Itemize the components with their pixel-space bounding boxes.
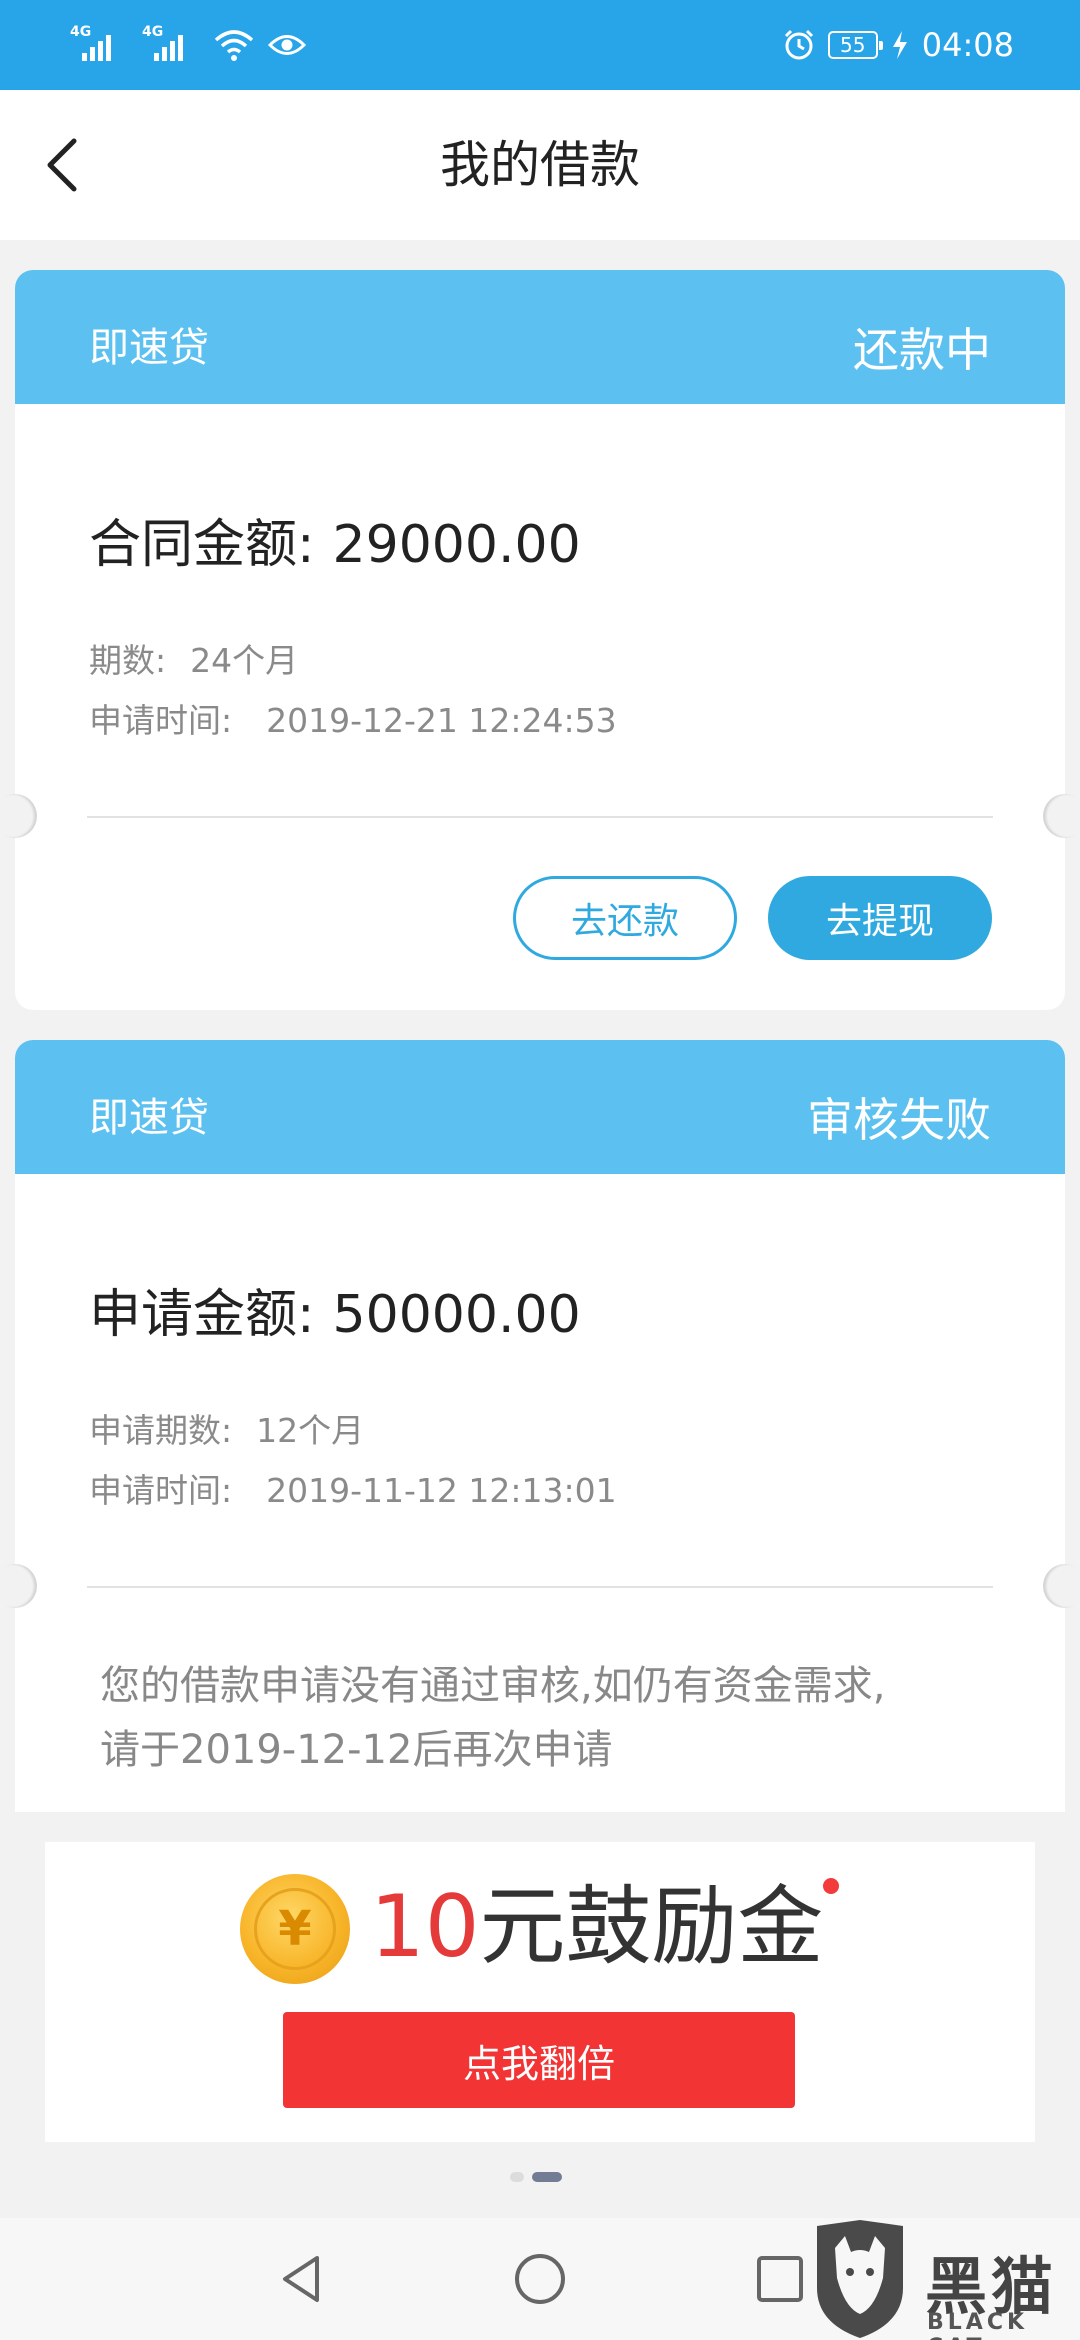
status-bar: 4G 4G 55 04:08 <box>0 0 1080 90</box>
loan-product-name: 即速贷 <box>89 325 209 371</box>
loan-product-name: 即速贷 <box>89 1095 209 1141</box>
loan-card-header: 即速贷 还款中 <box>15 270 1065 411</box>
apply-time-value: 2019-11-12 12:13:01 <box>266 1471 617 1510</box>
loan-card: 即速贷 审核失败 申请金额: 50000.00 申请期数: 12个月 申请时间: 20… <box>0 1040 1080 1812</box>
term-value: 12个月 <box>256 1411 365 1450</box>
loan-card: 即速贷 还款中 合同金额: 29000.00 期数: 24个月 申请时间: 2019-… <box>0 270 1080 1010</box>
apply-time-value: 2019-12-21 12:24:53 <box>266 701 617 740</box>
divider <box>87 1586 993 1588</box>
review-notice: 您的借款申请没有通过审核,如仍有资金需求, 请于2019-12-12后再次申请 <box>100 1654 995 1782</box>
amount-row: 合同金额: 29000.00 <box>89 502 581 577</box>
loan-status: 还款中 <box>853 323 991 377</box>
term-row: 期数: 24个月 <box>89 634 298 682</box>
banner-amount: 10 <box>370 1877 480 1977</box>
signal-icon: 4G <box>142 25 200 65</box>
banner-title-suffix: 元鼓励金 <box>479 1877 824 1977</box>
wifi-icon <box>214 30 254 61</box>
term-label: 期数: <box>89 641 167 680</box>
pager-dot[interactable] <box>510 2172 524 2182</box>
withdraw-button[interactable]: 去提现 <box>768 876 992 960</box>
apply-time-label: 申请时间: <box>89 701 233 740</box>
status-left-icons: 4G 4G <box>70 22 306 68</box>
watermark: 黑猫 BLACK CAT <box>805 2218 1080 2340</box>
term-row: 申请期数: 12个月 <box>89 1404 364 1452</box>
banner-title: 10元鼓励金 <box>370 1872 823 1982</box>
status-right-icons: 55 04:08 <box>782 22 1014 68</box>
double-bonus-button[interactable]: 点我翻倍 <box>283 2012 795 2108</box>
back-button[interactable] <box>30 125 110 205</box>
watermark-subtext: BLACK CAT <box>927 2310 1029 2340</box>
eye-icon <box>268 35 306 55</box>
scalloped-edge <box>15 1167 1065 1181</box>
amount-label: 合同金额: <box>89 515 315 575</box>
loan-card-header: 即速贷 审核失败 <box>15 1040 1065 1181</box>
apply-time-row: 申请时间: 2019-11-12 12:13:01 <box>89 1464 617 1512</box>
circle-home-icon <box>515 2254 565 2304</box>
nav-back-button[interactable] <box>255 2234 345 2324</box>
repay-button[interactable]: 去还款 <box>513 876 737 960</box>
yuan-symbol: ¥ <box>254 1888 336 1970</box>
promo-banner[interactable]: ¥ 10元鼓励金 点我翻倍 <box>45 1842 1035 2142</box>
term-value: 24个月 <box>190 641 299 680</box>
amount-value: 50000.00 <box>332 1285 581 1345</box>
chevron-left-icon <box>47 138 77 192</box>
charging-icon <box>892 31 907 59</box>
notice-line: 您的借款申请没有通过审核,如仍有资金需求, <box>100 1663 886 1709</box>
title-bar: 我的借款 <box>0 90 1080 240</box>
term-label: 申请期数: <box>89 1411 233 1450</box>
battery-icon: 55 <box>827 31 883 59</box>
triangle-back-icon <box>283 2256 319 2302</box>
amount-value: 29000.00 <box>332 515 581 575</box>
ticket-notch <box>0 1564 37 1608</box>
divider <box>87 816 993 818</box>
notice-line: 请于2019-12-12后再次申请 <box>100 1727 613 1773</box>
page-title: 我的借款 <box>440 136 640 194</box>
apply-time-label: 申请时间: <box>89 1471 233 1510</box>
amount-row: 申请金额: 50000.00 <box>89 1272 581 1347</box>
scalloped-edge <box>15 397 1065 411</box>
ticket-notch <box>1043 1564 1080 1608</box>
ticket-notch <box>0 794 37 838</box>
coin-icon: ¥ <box>240 1874 350 1984</box>
clock-time: 04:08 <box>921 26 1014 64</box>
banner-pager <box>510 2172 562 2182</box>
alarm-icon <box>784 29 813 60</box>
pager-dot-active[interactable] <box>532 2172 562 2182</box>
loan-status: 审核失败 <box>807 1093 991 1147</box>
amount-label: 申请金额: <box>89 1285 315 1345</box>
signal-icon: 4G <box>70 25 128 65</box>
notification-dot <box>823 1878 839 1894</box>
cat-shield-icon <box>817 2220 903 2338</box>
nav-home-button[interactable] <box>495 2234 585 2324</box>
apply-time-row: 申请时间: 2019-12-21 12:24:53 <box>89 694 617 742</box>
ticket-notch <box>1043 794 1080 838</box>
